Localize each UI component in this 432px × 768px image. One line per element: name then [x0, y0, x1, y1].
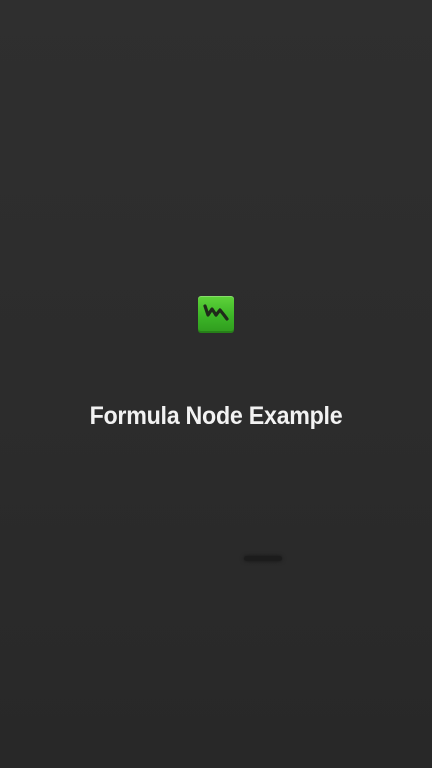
loading-indicator [244, 556, 282, 561]
formula-node-logo-icon [198, 296, 234, 333]
splash-screen: Formula Node Example [0, 0, 432, 768]
app-title: Formula Node Example [89, 402, 343, 430]
